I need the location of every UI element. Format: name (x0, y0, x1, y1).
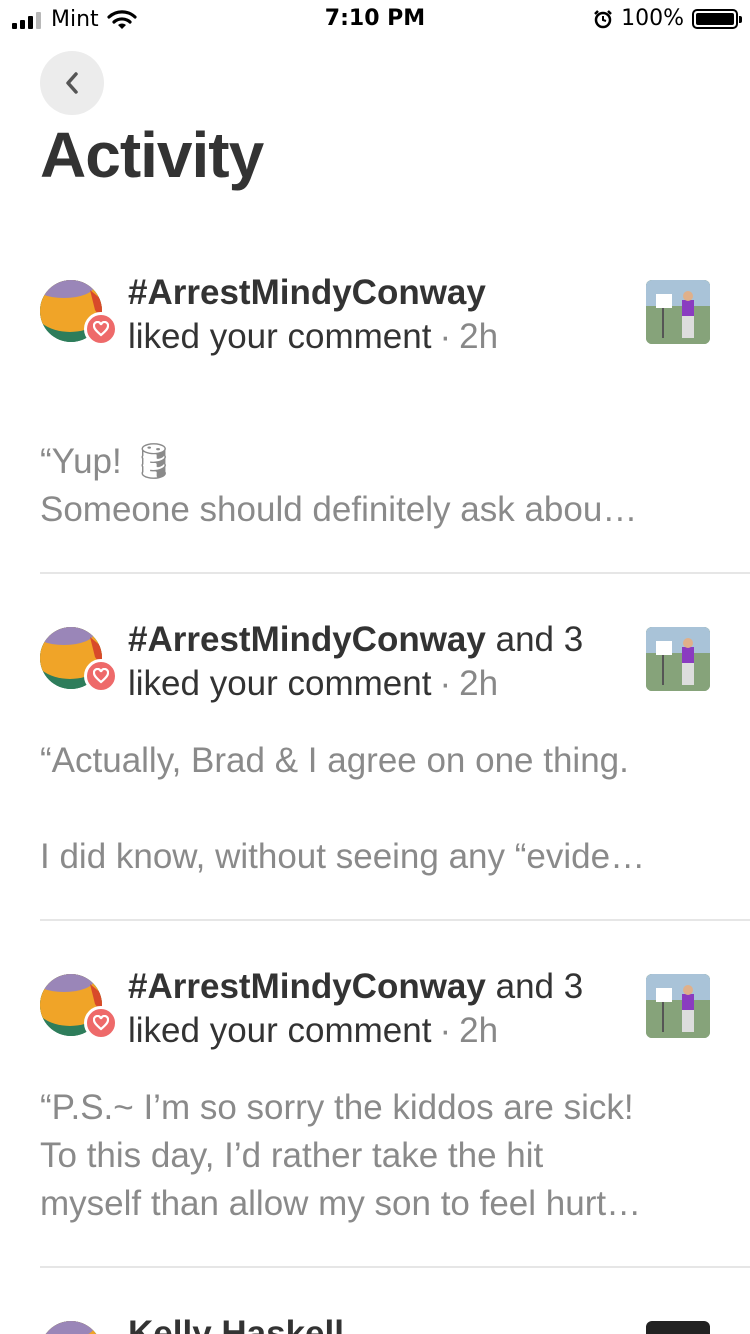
comment-quote: “Yup! 🛢 (40, 390, 730, 486)
item-headline: #ArrestMindyConway and 3 (128, 617, 618, 663)
page-title: Activity (40, 119, 264, 191)
heart-icon (84, 312, 118, 346)
actor-name[interactable]: #ArrestMindyConway (128, 273, 486, 312)
item-subline: liked your comment · 2h (128, 1008, 498, 1054)
battery-icon (692, 8, 742, 29)
alarm-icon (593, 9, 613, 29)
avatar[interactable] (40, 1321, 102, 1334)
timestamp: 2h (459, 1011, 499, 1050)
avatar-wrap (40, 974, 118, 1044)
actor-name[interactable]: #ArrestMindyConway (128, 620, 486, 659)
item-subline: liked your comment · 2h (128, 661, 498, 707)
avatar-wrap (40, 1321, 118, 1334)
actor-name[interactable]: #ArrestMindyConway (128, 967, 486, 1006)
battery-percent: 100% (621, 6, 684, 31)
separator-dot: · (439, 664, 452, 703)
chevron-left-icon (66, 72, 78, 94)
status-bar: Mint 7:10 PM 100% (0, 0, 750, 40)
action-text: liked your comment (128, 317, 432, 356)
divider (40, 919, 750, 921)
status-right: 100% (593, 6, 742, 31)
item-headline: #ArrestMindyConway (128, 270, 618, 316)
others-count: and 3 (485, 967, 584, 1006)
heart-icon (84, 659, 118, 693)
quote-line: “Yup! (40, 442, 132, 481)
divider (40, 572, 750, 574)
timestamp: 2h (459, 664, 499, 703)
comment-quote: “Actually, Brad & I agree on one thing. … (40, 741, 646, 876)
timestamp: 2h (459, 317, 499, 356)
oil-drum-icon: 🛢 (131, 442, 176, 481)
separator-dot: · (439, 1011, 452, 1050)
others-count: and 3 (485, 620, 584, 659)
divider (40, 1266, 750, 1268)
avatar-wrap (40, 627, 118, 697)
heart-icon (84, 1006, 118, 1040)
post-thumbnail[interactable] (646, 280, 710, 344)
back-button[interactable] (40, 51, 104, 115)
item-subline: liked your comment · 2h (128, 314, 498, 360)
comment-quote: “P.S.~ I’m so sorry the kiddos are sick!… (40, 1088, 642, 1223)
action-text: liked your comment (128, 1011, 432, 1050)
separator-dot: · (439, 317, 452, 356)
post-thumbnail[interactable] (646, 974, 710, 1038)
actor-name[interactable]: Kelly Haskell (128, 1314, 344, 1334)
comment-quote-rest: Someone should definitely ask abou… (40, 490, 638, 529)
post-thumbnail[interactable] (646, 627, 710, 691)
activity-item[interactable]: Kelly Haskell (0, 1311, 750, 1334)
post-thumbnail[interactable] (646, 1321, 710, 1334)
item-headline: #ArrestMindyConway and 3 (128, 964, 618, 1010)
item-headline: Kelly Haskell (128, 1311, 618, 1334)
action-text: liked your comment (128, 664, 432, 703)
avatar-wrap (40, 280, 118, 350)
